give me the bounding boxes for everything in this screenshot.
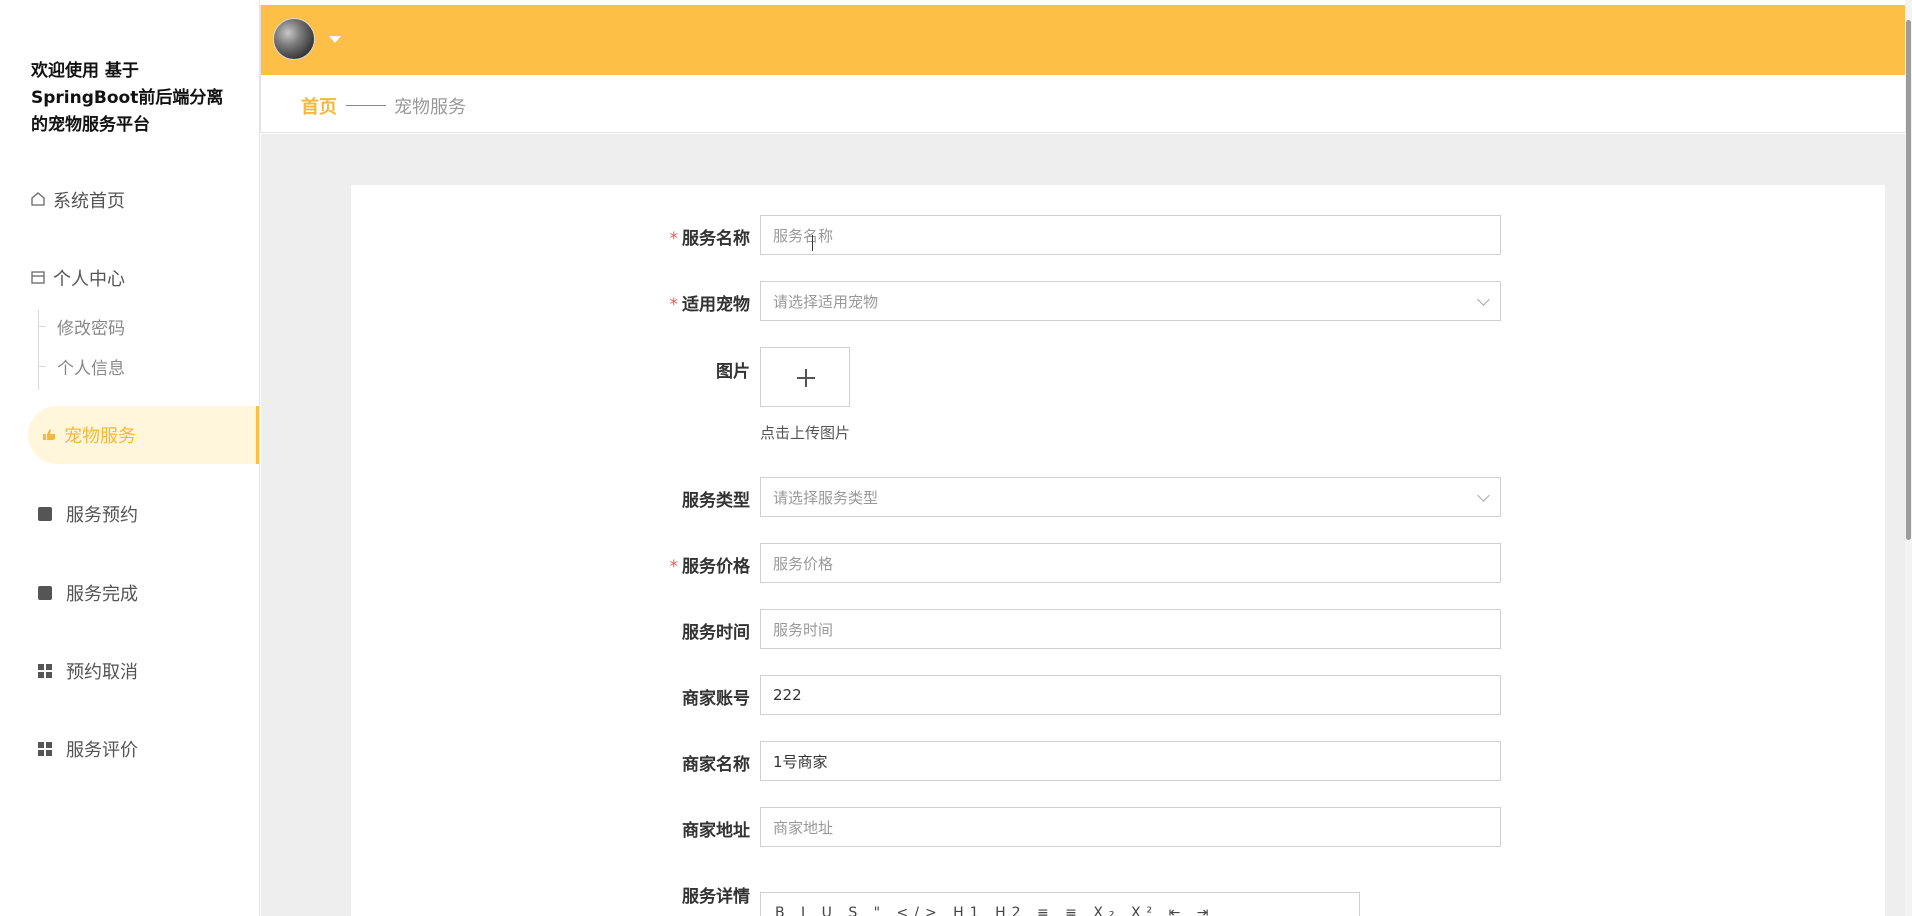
sidebar-item-label: 系统首页 [53,191,125,212]
price-label: * 服务价格 [669,557,751,577]
sidebar-item-review[interactable]: 服务评价 [0,721,258,777]
calendar-icon [29,269,47,287]
sidebar-item-change-password[interactable]: 修改密码 [39,310,239,342]
grid-icon [38,664,52,678]
service-name-label: * 服务名称 [669,229,751,249]
merchant-account-label: 商家账号 [682,689,750,709]
sidebar-item-pet-service[interactable]: 宠物服务 [28,406,259,464]
breadcrumb-home[interactable]: 首页 [301,93,337,119]
scrollbar-thumb[interactable] [1906,20,1911,540]
sidebar-item-label: 个人中心 [53,269,125,290]
user-avatar[interactable] [273,18,315,60]
merchant-address-label: 商家地址 [682,821,750,841]
sidebar-item-cancel[interactable]: 预约取消 [0,643,258,699]
sidebar-item-label: 服务预约 [66,505,138,526]
merchant-name-label: 商家名称 [682,755,750,775]
details-label: 服务详情 [682,887,750,907]
top-bar [260,5,1905,75]
sidebar-item-label: 宠物服务 [64,426,136,447]
image-label: 图片 [716,362,750,382]
merchant-address-input[interactable]: 商家地址 [760,807,1501,847]
sidebar-item-booking[interactable]: 服务预约 [0,486,258,542]
brand-line-1: 欢迎使用 基于 [31,61,139,81]
merchant-name-input[interactable]: 1号商家 [760,741,1501,781]
sidebar-item-profile[interactable]: 个人信息 [39,350,239,382]
clipboard-icon [38,507,52,521]
service-name-input[interactable]: 服务名称 [760,215,1501,255]
breadcrumb-current: 宠物服务 [394,97,466,118]
chevron-down-icon [1477,293,1490,306]
hand-icon [40,426,58,444]
sidebar-item-label: 预约取消 [66,662,138,683]
breadcrumb-separator [346,105,386,106]
brand-title: 欢迎使用 基于 SpringBoot前后端分离 的宠物服务平台 [31,58,241,139]
sidebar-item-done[interactable]: 服务完成 [0,565,258,621]
sidebar: 欢迎使用 基于 SpringBoot前后端分离 的宠物服务平台 系统首页 个人中… [0,0,260,916]
home-icon [29,191,47,209]
breadcrumb: 首页 宠物服务 [260,75,1905,133]
chevron-down-icon [1477,489,1490,502]
merchant-account-input[interactable]: 222 [760,675,1501,715]
brand-line-2: SpringBoot前后端分离 [31,88,224,108]
caret-down-icon[interactable] [329,36,341,43]
text-cursor [812,235,818,251]
sidebar-item-personal[interactable]: 个人中心 [0,250,258,306]
grid-icon [38,742,52,756]
upload-hint: 点击上传图片 [760,424,851,442]
pet-select[interactable]: 请选择适用宠物 [760,281,1501,321]
sidebar-item-label: 服务完成 [66,584,138,605]
chat-icon [38,586,52,600]
pet-label: * 适用宠物 [669,295,751,315]
sidebar-item-home[interactable]: 系统首页 [0,172,258,228]
image-upload-button[interactable] [760,347,850,407]
app-window: 欢迎使用 基于 SpringBoot前后端分离 的宠物服务平台 系统首页 个人中… [0,0,1912,916]
time-input[interactable]: 服务时间 [760,609,1501,649]
service-type-label: 服务类型 [682,491,750,511]
time-label: 服务时间 [682,623,750,643]
brand-line-3: 的宠物服务平台 [31,115,150,135]
personal-submenu: 修改密码 个人信息 [38,310,125,390]
sidebar-item-label: 服务评价 [66,740,138,761]
rich-text-toolbar[interactable]: B I U S " </> H1 H2 ≡ ≡ X₂ X² ⇤ ⇥ [760,892,1360,916]
price-input[interactable]: 服务价格 [760,543,1501,583]
service-type-select[interactable]: 请选择服务类型 [760,477,1501,517]
